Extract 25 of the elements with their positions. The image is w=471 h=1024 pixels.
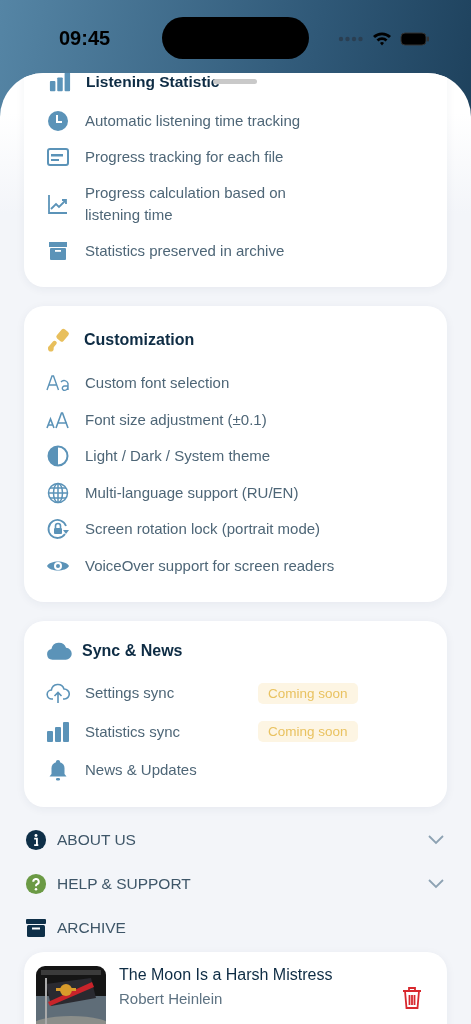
feature-label: Multi-language support (RU/EN)	[85, 482, 299, 503]
feature-label: VoiceOver support for screen readers	[85, 555, 335, 576]
feature-label: Progress tracking for each file	[85, 147, 284, 167]
feature-label: Progress calculation based on listening time	[85, 183, 287, 225]
card-title: Customization	[84, 331, 195, 349]
feature-label: News & Updates	[85, 760, 197, 781]
section-header[interactable]: ABOUT US	[24, 817, 447, 862]
feature-label: Statistics preserved in archive	[85, 241, 285, 261]
section-header[interactable]: HELP & SUPPORT	[24, 861, 447, 906]
feature-label: Custom font selection	[85, 373, 230, 394]
book-title: The Moon Is a Harsh Mistress	[119, 965, 334, 984]
feature-label: Automatic listening time tracking	[85, 111, 301, 131]
book-author: Robert Heinlein	[119, 989, 224, 1007]
feature-label: Screen rotation lock (portrait mode)	[85, 519, 321, 540]
archive-title: ARCHIVE	[57, 918, 127, 937]
coming-soon-tag: Coming soon	[258, 721, 358, 743]
status-time: 09:45	[59, 27, 111, 50]
card-title: Listening Statistic	[86, 73, 220, 91]
feature-label: Statistics sync	[85, 721, 182, 742]
feature-label: Font size adjustment (±0.1)	[85, 409, 267, 430]
book-card[interactable]: The Moon Is a Harsh Mistress Robert Heinlein	[24, 951, 447, 1024]
feature-label: Light / Dark / System theme	[85, 446, 271, 467]
feature-label: Settings sync	[85, 683, 176, 704]
card-title: Sync & News	[82, 642, 183, 660]
coming-soon-tag: Coming soon	[258, 682, 358, 704]
